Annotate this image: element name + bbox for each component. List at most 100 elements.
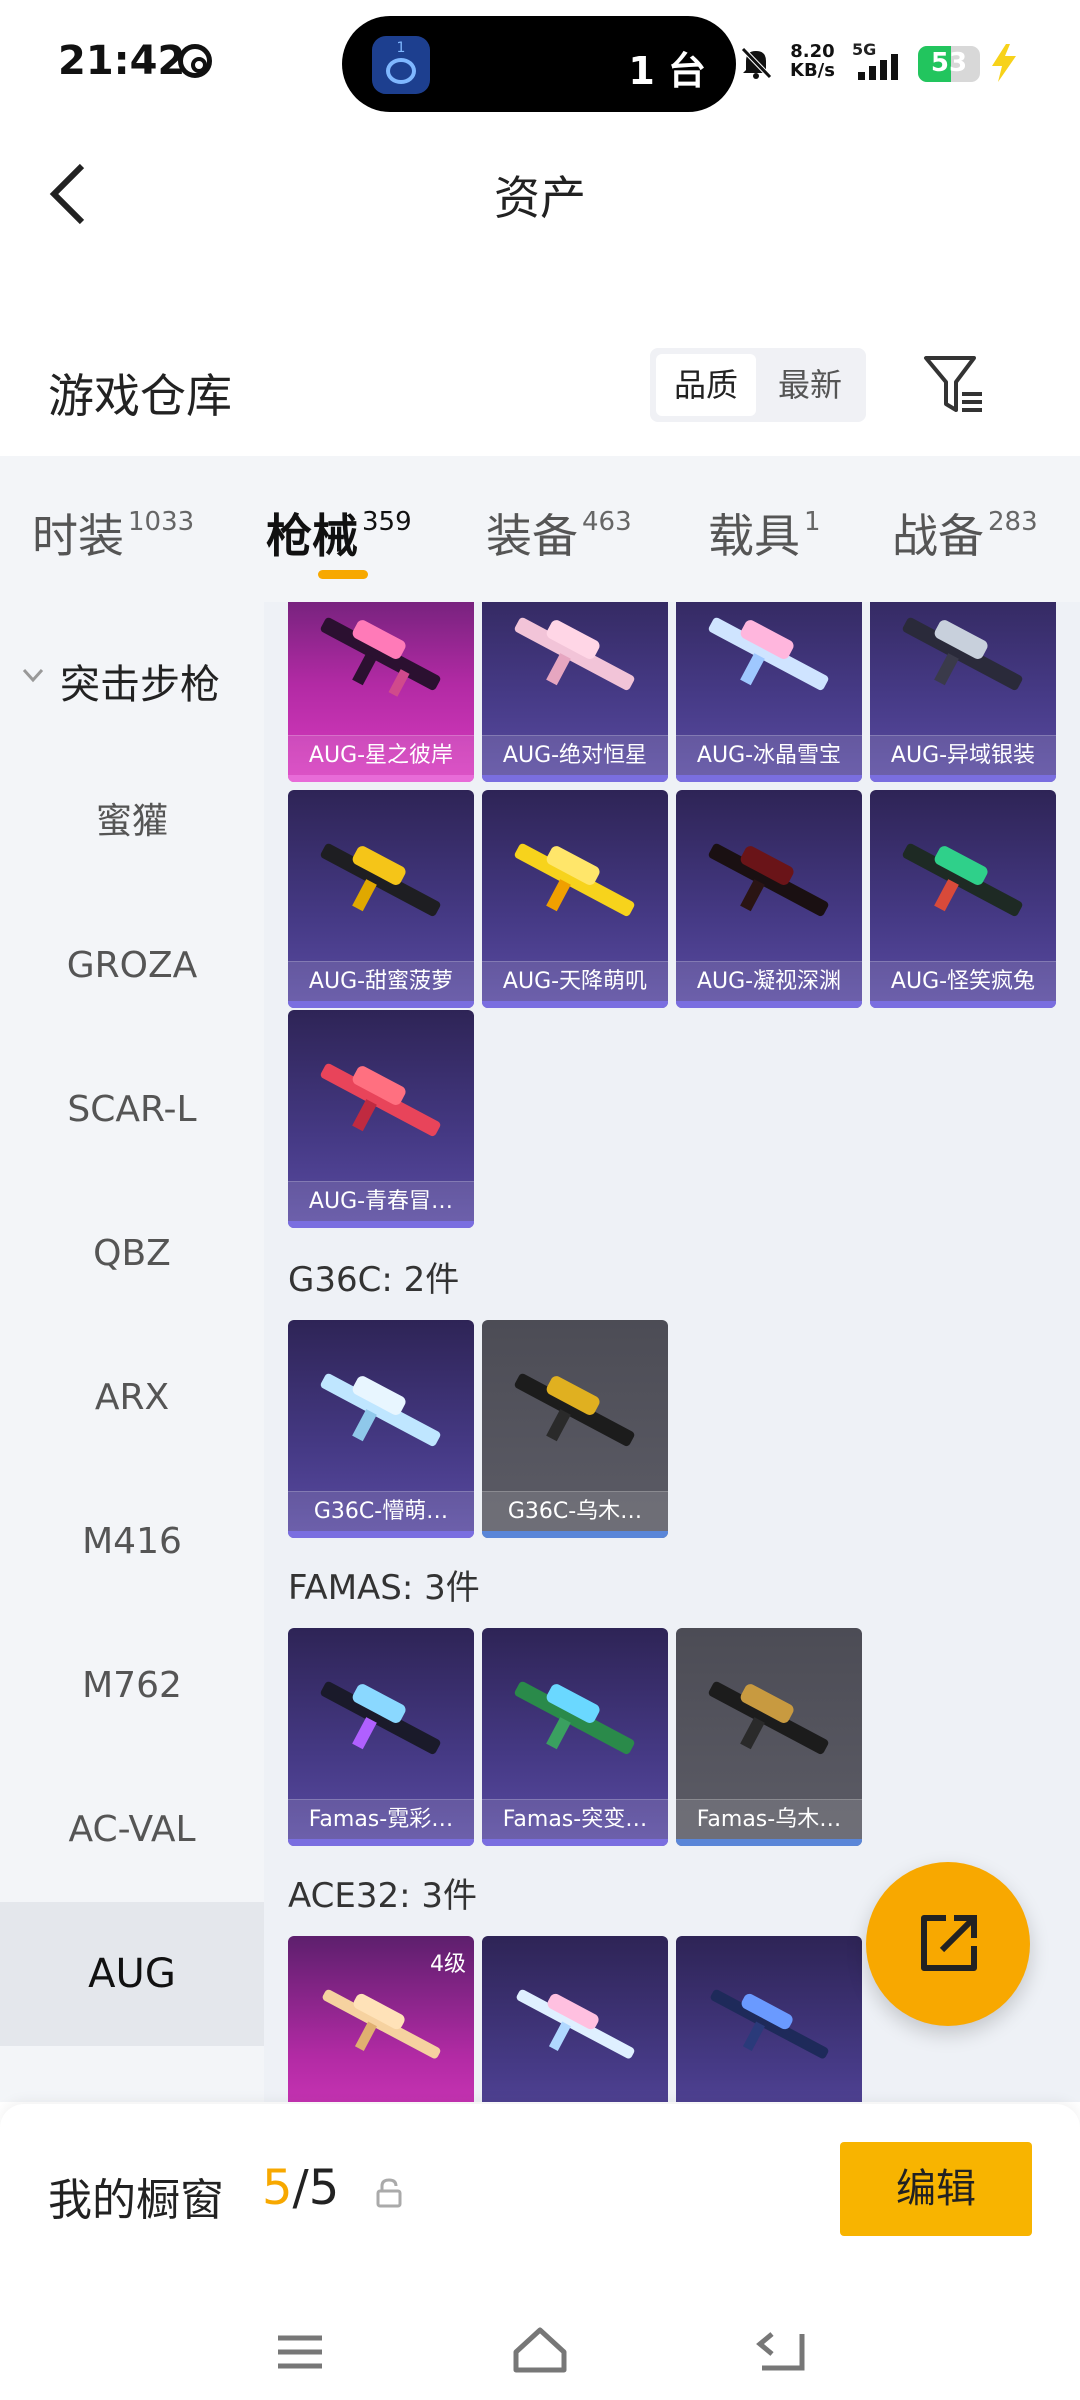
weapon-card[interactable]: AUG-异域银装 <box>870 602 1056 782</box>
weapon-name: AUG-怪笑疯兔 <box>870 961 1056 1001</box>
weapon-card[interactable]: Famas-乌木… <box>676 1628 862 1846</box>
showcase-count: 5/5 <box>262 2160 339 2216</box>
active-tab-indicator <box>318 570 368 579</box>
tab-firearms[interactable]: 枪械 359 <box>266 500 412 566</box>
weapon-card[interactable]: G36C-懵萌… <box>288 1320 474 1538</box>
tab-label: 战备 <box>892 509 984 563</box>
page-title: 资产 <box>494 171 586 225</box>
sidebar-item-m416[interactable]: M416 <box>0 1470 264 1614</box>
showcase-total: /5 <box>292 2160 340 2216</box>
sidebar-group-label: 突击步枪 <box>60 662 220 708</box>
menu-icon[interactable] <box>276 2332 324 2372</box>
tab-label: 载具 <box>708 509 800 563</box>
category-tabs: 时装 1033 枪械 359 装备 463 载具 1 战备 283 <box>0 456 1080 602</box>
weapon-card[interactable]: AUG-绝对恒星 <box>482 602 668 782</box>
tab-vehicles[interactable]: 载具 1 <box>708 500 821 566</box>
charging-icon <box>992 44 1016 82</box>
sidebar-item-honey-badger[interactable]: 蜜獾 <box>0 750 264 894</box>
sidebar-item-m762[interactable]: M762 <box>0 1614 264 1758</box>
weapon-name: G36C-懵萌… <box>288 1491 474 1531</box>
status-bar: 21:42 1 1 台 8.20 KB/s 5G 53 <box>0 0 1080 130</box>
bell-mute-icon <box>741 47 772 79</box>
rifle-icon <box>710 1989 829 2059</box>
rifle-icon <box>902 843 1023 917</box>
rifle-icon <box>708 843 829 917</box>
share-fab-button[interactable] <box>866 1862 1030 2026</box>
back-nav-icon[interactable] <box>756 2328 806 2372</box>
rifle-icon <box>320 1681 441 1755</box>
sidebar-item-qbz[interactable]: QBZ <box>0 1182 264 1326</box>
filter-icon[interactable] <box>922 354 986 416</box>
weapon-card[interactable]: Famas-霓彩… <box>288 1628 474 1846</box>
weapon-name: AUG-异域银装 <box>870 735 1056 775</box>
tab-supplies[interactable]: 战备 283 <box>892 500 1038 566</box>
weapon-name: Famas-霓彩… <box>288 1799 474 1839</box>
warehouse-title: 游戏仓库 <box>48 369 232 423</box>
weapon-card[interactable]: AUG-怪笑疯兔 <box>870 790 1056 1008</box>
sidebar-item-arx[interactable]: ARX <box>0 1326 264 1470</box>
weapon-card[interactable]: AUG-青春冒… <box>288 1010 474 1228</box>
weapon-name: AUG-青春冒… <box>288 1181 474 1221</box>
weapon-name: AUG-天降萌叽 <box>482 961 668 1001</box>
weapon-name: AUG-甜蜜菠萝 <box>288 961 474 1001</box>
dynamic-island[interactable]: 1 1 台 <box>342 16 736 112</box>
sidebar-item-ac-val[interactable]: AC-VAL <box>0 1758 264 1902</box>
sidebar-item-aug[interactable]: AUG <box>0 1902 264 2046</box>
battery-icon: 53 <box>918 46 980 82</box>
tab-count: 1 <box>804 507 821 537</box>
rifle-icon <box>320 617 441 697</box>
group-title-ace32: ACE32: 3件 <box>288 1876 478 1916</box>
weapon-card[interactable]: AUG-冰晶雪宝 <box>676 602 862 782</box>
sort-newest-button[interactable]: 最新 <box>760 354 860 416</box>
weapon-name: AUG-星之彼岸 <box>288 735 474 775</box>
tab-count: 359 <box>362 507 412 537</box>
net-speed: 8.20 KB/s <box>790 42 835 80</box>
tab-count: 1033 <box>128 507 195 537</box>
sort-quality-button[interactable]: 品质 <box>656 354 756 416</box>
signal-icon: 5G <box>852 40 908 84</box>
rifle-icon <box>320 843 441 917</box>
group-title-g36c: G36C: 2件 <box>288 1260 460 1300</box>
net-speed-value: 8.20 <box>790 41 835 62</box>
tab-label: 装备 <box>486 509 578 563</box>
weapon-name: Famas-突变… <box>482 1799 668 1839</box>
showcase-current: 5 <box>262 2160 293 2216</box>
rifle-icon <box>708 617 829 691</box>
rifle-icon <box>514 843 635 917</box>
tab-equipment[interactable]: 装备 463 <box>486 500 632 566</box>
chevron-down-icon <box>22 668 44 683</box>
edit-button[interactable]: 编辑 <box>840 2142 1032 2236</box>
weapon-name: AUG-绝对恒星 <box>482 735 668 775</box>
weapon-name: G36C-乌木… <box>482 1491 668 1531</box>
focus-mode-icon <box>178 44 212 78</box>
weapon-card[interactable]: AUG-凝视深渊 <box>676 790 862 1008</box>
rifle-icon <box>320 1063 441 1137</box>
rifle-icon <box>514 617 635 691</box>
rifle-icon <box>514 1681 635 1755</box>
tab-costume[interactable]: 时装 1033 <box>32 500 194 566</box>
island-app-badge: 1 <box>396 40 406 56</box>
showcase-label: 我的橱窗 <box>48 2175 224 2226</box>
clock: 21:42 <box>58 38 186 84</box>
tab-label: 时装 <box>32 509 124 563</box>
group-title-famas: FAMAS: 3件 <box>288 1568 480 1608</box>
rifle-icon <box>516 1989 635 2059</box>
weapon-card[interactable]: AUG-甜蜜菠萝 <box>288 790 474 1008</box>
weapon-card[interactable] <box>482 1936 668 2102</box>
sidebar-item-groza[interactable]: GROZA <box>0 894 264 1038</box>
weapon-card[interactable]: G36C-乌木… <box>482 1320 668 1538</box>
sort-toggle: 品质 最新 <box>650 348 866 422</box>
sidebar-group-assault-rifles[interactable]: 突击步枪 <box>0 644 264 714</box>
rifle-icon <box>320 1373 441 1447</box>
weapon-card[interactable] <box>676 1936 862 2102</box>
weapon-card[interactable]: AUG-天降萌叽 <box>482 790 668 1008</box>
weapon-name: AUG-凝视深渊 <box>676 961 862 1001</box>
weapon-card[interactable]: Famas-突变… <box>482 1628 668 1846</box>
weapon-card[interactable]: 4级 <box>288 1936 474 2102</box>
battery-percent: 53 <box>930 48 968 78</box>
home-icon[interactable] <box>512 2326 568 2374</box>
sidebar-item-scar-l[interactable]: SCAR-L <box>0 1038 264 1182</box>
weapon-card[interactable]: 4级 AUG-星之彼岸 <box>288 602 474 782</box>
showcase-bar: 我的橱窗 5/5 编辑 <box>0 2104 1080 2400</box>
rifle-icon <box>514 1373 635 1447</box>
